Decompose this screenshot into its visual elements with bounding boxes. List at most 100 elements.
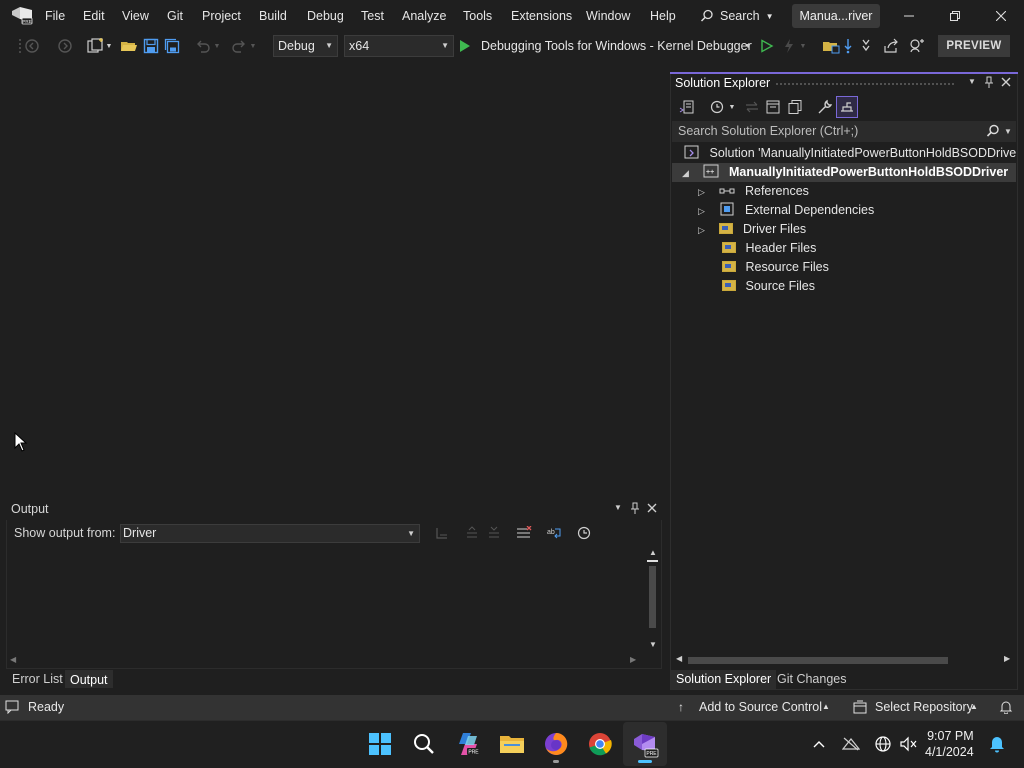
chevron-down-icon[interactable]: ▼ — [968, 77, 976, 86]
menu-test[interactable]: Test — [360, 6, 385, 26]
switch-views-icon[interactable] — [677, 97, 697, 117]
preview-selected-items-icon[interactable] — [836, 96, 858, 118]
chrome-icon[interactable] — [586, 730, 614, 758]
chevron-down-icon[interactable]: ▼ — [798, 36, 808, 56]
tab-output[interactable]: Output — [65, 670, 113, 688]
expand-triangle-icon[interactable]: ▷ — [698, 183, 708, 201]
output-vertical-scrollbar[interactable]: ▲ ▼ — [646, 548, 660, 654]
menu-extensions[interactable]: Extensions — [510, 6, 573, 26]
close-icon[interactable] — [647, 503, 657, 513]
save-all-icon[interactable] — [162, 36, 182, 56]
undo-icon[interactable] — [193, 36, 213, 56]
hot-reload-icon[interactable] — [779, 36, 799, 56]
toggle-word-wrap-icon[interactable]: ab — [544, 523, 564, 543]
solution-explorer-folder-icon[interactable] — [821, 36, 841, 56]
tab-git-changes[interactable]: Git Changes — [772, 670, 851, 689]
tree-item-references[interactable]: ▷ References — [672, 182, 1016, 201]
menu-build[interactable]: Build — [258, 6, 288, 26]
tree-item-driver-files[interactable]: ▷ Driver Files — [672, 220, 1016, 239]
chevron-up-icon[interactable]: ▲ — [970, 702, 978, 711]
chevron-down-icon[interactable]: ▼ — [726, 97, 738, 117]
menu-edit[interactable]: Edit — [82, 6, 106, 26]
scrollbar-thumb[interactable] — [649, 566, 656, 628]
tab-solution-explorer[interactable]: Solution Explorer — [671, 670, 777, 689]
solution-explorer-horizontal-scrollbar[interactable]: ◀ ▶ — [672, 653, 1016, 667]
scroll-left-icon[interactable]: ◀ — [676, 654, 682, 663]
preview-badge[interactable]: PREVIEW — [938, 35, 1010, 57]
redo-icon[interactable] — [229, 36, 249, 56]
share-icon[interactable] — [881, 36, 901, 56]
chevron-down-icon[interactable]: ▼ — [212, 36, 222, 56]
menu-help[interactable]: Help — [649, 6, 677, 26]
scroll-up-icon[interactable]: ▲ — [649, 548, 657, 557]
restore-button[interactable] — [932, 0, 978, 32]
save-icon[interactable] — [141, 36, 161, 56]
tree-project-node[interactable]: ◢ ++ ManuallyInitiatedPowerButtonHoldBSO… — [672, 163, 1016, 182]
sync-with-active-document-icon[interactable] — [742, 97, 762, 117]
show-hidden-icons-chevron-icon[interactable] — [806, 730, 832, 758]
taskbar-search-icon[interactable] — [410, 730, 438, 758]
menu-debug[interactable]: Debug — [306, 6, 345, 26]
menu-file[interactable]: File — [44, 6, 66, 26]
expand-triangle-icon[interactable]: ▷ — [698, 202, 708, 220]
close-icon[interactable] — [1001, 77, 1011, 87]
network-globe-icon[interactable] — [870, 730, 896, 758]
menu-analyze[interactable]: Analyze — [401, 6, 447, 26]
collapse-triangle-icon[interactable]: ◢ — [682, 164, 692, 182]
menu-tools[interactable]: Tools — [462, 6, 493, 26]
tab-error-list[interactable]: Error List — [7, 670, 68, 688]
drag-grip[interactable] — [775, 82, 955, 86]
menu-project[interactable]: Project — [201, 6, 242, 26]
chevron-down-icon[interactable]: ▼ — [248, 36, 258, 56]
minimize-button[interactable] — [886, 0, 932, 32]
global-search-button[interactable]: Search ▼ — [700, 5, 778, 27]
show-timestamps-icon[interactable] — [574, 523, 594, 543]
output-horizontal-scrollbar[interactable]: ◀ ▶ — [8, 654, 644, 668]
pin-icon[interactable] — [984, 76, 994, 89]
menu-git[interactable]: Git — [166, 6, 184, 26]
step-icon[interactable] — [840, 36, 856, 56]
show-all-files-icon[interactable] — [785, 97, 805, 117]
windows-start-icon[interactable] — [366, 730, 394, 758]
scroll-right-icon[interactable]: ▶ — [630, 655, 636, 664]
file-explorer-icon[interactable] — [498, 730, 526, 758]
volume-muted-icon[interactable] — [896, 730, 922, 758]
tray-app-icon[interactable] — [838, 730, 864, 758]
scroll-down-icon[interactable]: ▼ — [649, 640, 657, 649]
navigate-back-icon[interactable] — [22, 36, 42, 56]
menu-window[interactable]: Window — [585, 6, 631, 26]
tree-item-external-dependencies[interactable]: ▷ External Dependencies — [672, 201, 1016, 220]
tree-item-source-files[interactable]: Source Files — [672, 277, 1016, 296]
chevron-up-icon[interactable]: ▲ — [822, 702, 830, 711]
output-text-area[interactable] — [8, 548, 644, 654]
clear-all-icon[interactable] — [514, 523, 534, 543]
select-repository-button[interactable]: Select Repository — [875, 700, 973, 714]
navigate-forward-icon[interactable] — [55, 36, 75, 56]
properties-wrench-icon[interactable] — [815, 97, 835, 117]
taskbar-clock[interactable]: 9:07 PM 4/1/2024 — [925, 728, 974, 760]
platform-dropdown[interactable]: x64 ▼ — [344, 35, 454, 57]
collapse-all-icon[interactable] — [763, 97, 783, 117]
tree-item-header-files[interactable]: Header Files — [672, 239, 1016, 258]
solution-explorer-search-input[interactable]: Search Solution Explorer (Ctrl+;) ▼ — [672, 121, 1016, 142]
start-debugging-button[interactable]: Debugging Tools for Windows - Kernel Deb… — [481, 36, 752, 56]
chevron-down-icon[interactable]: ▼ — [1004, 121, 1012, 142]
tree-item-resource-files[interactable]: Resource Files — [672, 258, 1016, 277]
menu-view[interactable]: View — [121, 6, 150, 26]
next-message-icon[interactable] — [484, 523, 504, 543]
notifications-output-icon[interactable] — [5, 700, 19, 714]
start-debugging-icon[interactable] — [458, 36, 472, 56]
scrollbar-thumb[interactable] — [688, 657, 948, 664]
solution-title[interactable]: Manua...river — [792, 4, 880, 28]
add-to-source-control-button[interactable]: Add to Source Control — [699, 700, 822, 714]
pin-icon[interactable] — [630, 502, 640, 515]
start-without-debugging-icon[interactable] — [757, 36, 777, 56]
search-icon[interactable] — [986, 124, 1000, 138]
firefox-icon[interactable] — [542, 730, 570, 758]
visual-studio-preview-taskbar-icon[interactable]: PRE — [631, 730, 659, 758]
expand-triangle-icon[interactable]: ▷ — [698, 221, 708, 239]
new-project-icon[interactable] — [86, 36, 106, 56]
find-message-in-code-icon[interactable] — [432, 523, 452, 543]
copilot-preview-icon[interactable]: PRE — [454, 730, 482, 758]
configuration-dropdown[interactable]: Debug ▼ — [273, 35, 338, 57]
